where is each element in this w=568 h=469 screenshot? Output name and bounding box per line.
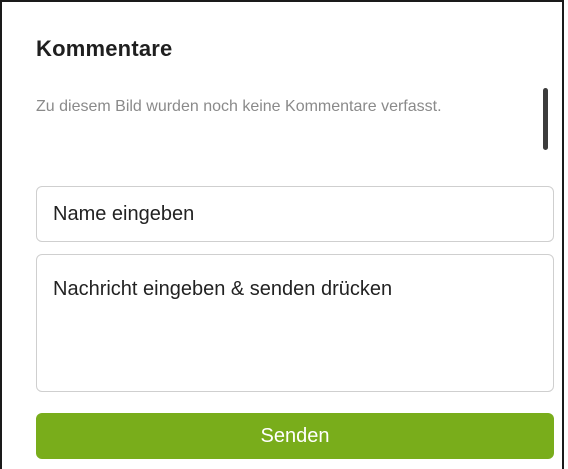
no-comments-message: Zu diesem Bild wurden noch keine Komment… <box>36 98 442 115</box>
scrollbar-thumb[interactable] <box>543 88 548 150</box>
comments-title: Kommentare <box>36 36 173 61</box>
message-textarea[interactable]: Nachricht eingeben & senden drücken <box>36 254 554 392</box>
comments-panel: Kommentare Zu diesem Bild wurden noch ke… <box>0 0 564 469</box>
send-button[interactable]: Senden <box>36 413 554 459</box>
name-input[interactable]: Name eingeben <box>36 186 554 242</box>
